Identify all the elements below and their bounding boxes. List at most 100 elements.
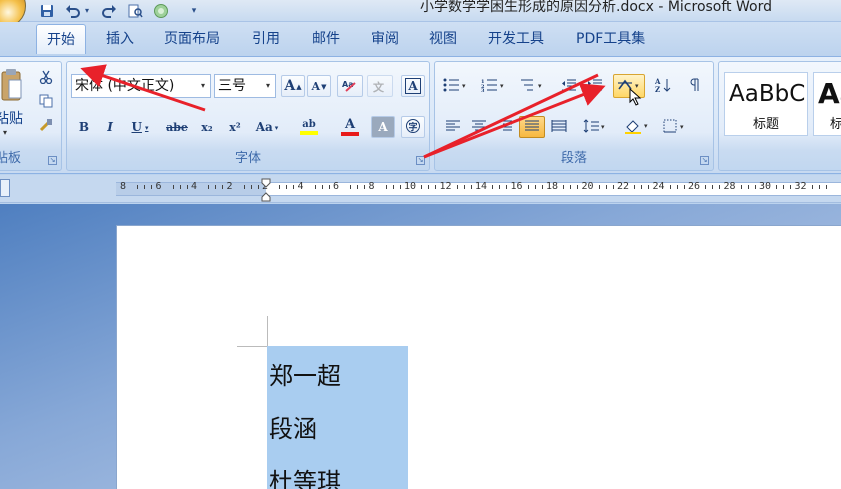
- document-line[interactable]: 杜等琪: [269, 462, 341, 489]
- ruler-tick: [669, 185, 671, 189]
- multilevel-list-button[interactable]: ▾: [515, 75, 549, 97]
- grow-font-label: A: [284, 78, 296, 94]
- increase-indent-button[interactable]: [583, 75, 607, 97]
- multilevel-list-icon: ▾: [519, 78, 545, 95]
- enclose-characters-button[interactable]: 字: [401, 116, 425, 138]
- tab-insert[interactable]: 插入: [96, 24, 144, 54]
- text-highlight-button[interactable]: ab: [289, 116, 329, 138]
- tab-mailings[interactable]: 邮件: [302, 24, 350, 54]
- tab-pdf-tools[interactable]: PDF工具集: [566, 24, 655, 54]
- clear-formatting-button[interactable]: Aa: [337, 75, 363, 97]
- strikethrough-button[interactable]: abe: [163, 116, 191, 138]
- undo-dropdown-icon[interactable]: ▾: [82, 2, 92, 19]
- superscript-button[interactable]: x²: [223, 116, 247, 138]
- align-left-button[interactable]: [441, 116, 465, 138]
- font-launcher-icon[interactable]: ↘: [416, 156, 425, 165]
- style-gallery-item-1[interactable]: AaBbC 标题: [724, 72, 808, 136]
- borders-button[interactable]: ▾: [659, 116, 693, 138]
- ruler-tick: [605, 185, 607, 189]
- tab-page-layout[interactable]: 页面布局: [154, 24, 230, 54]
- justify-button[interactable]: [519, 116, 545, 138]
- numbering-button[interactable]: 1 2 3 ▾: [477, 75, 511, 97]
- align-center-button[interactable]: [467, 116, 491, 138]
- underline-label: U: [131, 120, 142, 134]
- sort-icon: AZ: [654, 77, 673, 96]
- clear-formatting-icon: Aa: [341, 77, 359, 96]
- ruler-tick: [648, 185, 649, 189]
- customize-qat-icon[interactable]: ▾: [188, 2, 200, 19]
- bullets-button[interactable]: ▾: [439, 75, 473, 97]
- paste-icon[interactable]: [1, 68, 23, 102]
- line-spacing-button[interactable]: ▾: [579, 116, 611, 138]
- distributed-button[interactable]: [547, 116, 571, 138]
- shading-button[interactable]: ▾: [619, 116, 655, 138]
- shrink-font-button[interactable]: A ▼: [307, 75, 331, 97]
- format-painter-icon[interactable]: [39, 118, 53, 132]
- ruler-tick: [641, 185, 642, 189]
- ruler-tick: [208, 185, 209, 189]
- ruler-tick: [421, 185, 422, 189]
- circle-icon[interactable]: [152, 2, 170, 19]
- clipboard-launcher-icon[interactable]: ↘: [48, 156, 57, 165]
- paste-button[interactable]: 粘贴: [0, 108, 23, 128]
- ruler-number: 6: [155, 181, 162, 192]
- align-right-button[interactable]: [493, 116, 517, 138]
- ruler-number: 20: [581, 181, 594, 192]
- subscript-button[interactable]: x₂: [195, 116, 219, 138]
- change-case-button[interactable]: Aa ▾: [251, 116, 283, 138]
- ruler-tick: [392, 185, 394, 189]
- grow-font-button[interactable]: A ▲: [281, 75, 305, 97]
- cut-icon[interactable]: [39, 70, 53, 85]
- ruler-tick: [683, 185, 685, 189]
- decrease-indent-button[interactable]: [557, 75, 581, 97]
- ruler-number: 14: [475, 181, 488, 192]
- print-preview-icon[interactable]: [126, 2, 144, 19]
- undo-icon[interactable]: [64, 2, 82, 19]
- phonetic-guide-button[interactable]: 文: [367, 75, 393, 97]
- ruler-tick: [137, 185, 138, 189]
- horizontal-ruler[interactable]: 86422468101214161820222426283032: [116, 181, 841, 196]
- paragraph-launcher-icon[interactable]: ↘: [700, 156, 709, 165]
- ruler-tick: [385, 185, 387, 189]
- ruler-tick: [321, 185, 323, 189]
- style-gallery-item-2[interactable]: Aa 标: [813, 72, 841, 136]
- tab-developer[interactable]: 开发工具: [478, 24, 554, 54]
- ruler-tick: [399, 185, 401, 189]
- distributed-icon: [551, 119, 567, 136]
- indent-marker[interactable]: [261, 178, 271, 202]
- ruler-tick: [712, 185, 713, 189]
- font-color-button[interactable]: A: [333, 116, 367, 138]
- redo-icon[interactable]: [100, 2, 118, 19]
- ruler-tick: [463, 185, 465, 189]
- tab-selector[interactable]: [0, 179, 10, 197]
- font-size-dropdown-icon[interactable]: ▾: [261, 75, 275, 97]
- document-page[interactable]: 郑一超 段涵 杜等琪: [116, 225, 841, 489]
- character-border-button[interactable]: A: [401, 75, 425, 97]
- document-line[interactable]: 郑一超: [269, 356, 341, 391]
- paste-dropdown-icon[interactable]: ▾: [3, 128, 7, 137]
- font-name-dropdown-icon[interactable]: ▾: [196, 75, 210, 97]
- tab-home[interactable]: 开始: [36, 24, 86, 54]
- tab-review[interactable]: 审阅: [361, 24, 409, 54]
- font-name-combo[interactable]: 宋体 (中文正文) ▾: [71, 74, 211, 98]
- tab-references[interactable]: 引用: [242, 24, 290, 54]
- ruler-tick: [747, 185, 749, 189]
- ruler-tick: [179, 185, 181, 189]
- font-name-value: 宋体 (中文正文): [75, 78, 175, 94]
- tab-view[interactable]: 视图: [419, 24, 467, 54]
- character-shading-button[interactable]: A: [371, 116, 395, 138]
- ruler-tick: [293, 185, 294, 189]
- document-line[interactable]: 段涵: [269, 409, 317, 444]
- change-case-label: Aa: [255, 120, 273, 134]
- underline-button[interactable]: U ▾: [125, 116, 155, 138]
- show-marks-button[interactable]: [683, 75, 707, 97]
- save-icon[interactable]: [38, 2, 56, 19]
- font-size-combo[interactable]: 三号 ▾: [214, 74, 276, 98]
- italic-button[interactable]: I: [99, 116, 121, 138]
- sort-button[interactable]: AZ: [651, 75, 677, 97]
- ruler-tick: [144, 185, 145, 189]
- copy-icon[interactable]: [39, 94, 53, 108]
- ruler-tick: [612, 185, 614, 189]
- shading-icon: ▾: [623, 118, 651, 137]
- bold-button[interactable]: B: [73, 116, 95, 138]
